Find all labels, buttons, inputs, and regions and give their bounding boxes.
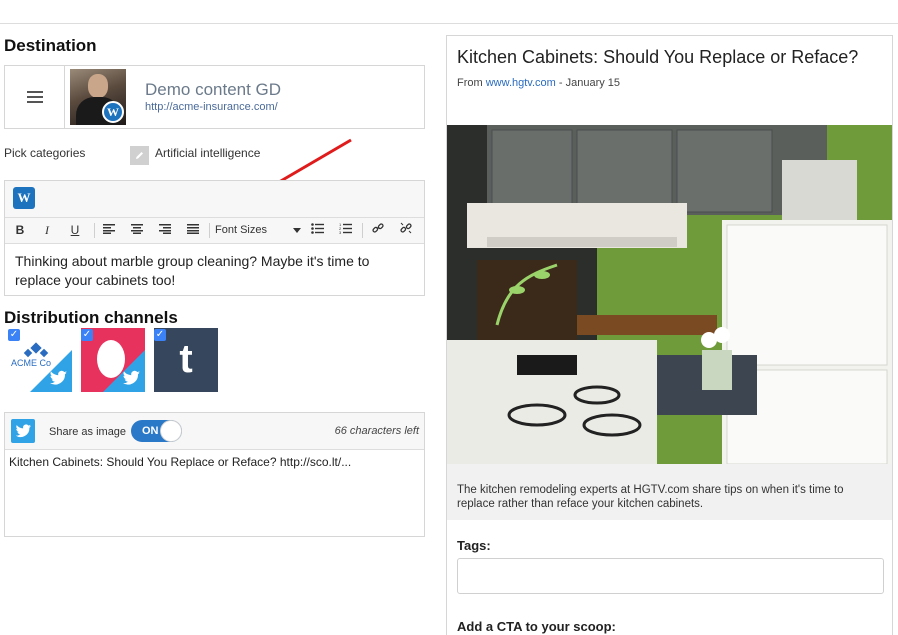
kitchen-photo bbox=[447, 125, 892, 464]
align-center-icon bbox=[131, 224, 143, 234]
numbered-list-button[interactable]: 123 bbox=[338, 222, 352, 239]
align-left-button[interactable] bbox=[102, 222, 116, 239]
acme-logo-text: ACME Co bbox=[11, 358, 51, 368]
justify-button[interactable] bbox=[186, 222, 200, 239]
preview-date: January 15 bbox=[565, 77, 621, 89]
source-link[interactable]: www.hgtv.com bbox=[486, 77, 556, 89]
distribution-heading: Distribution channels bbox=[4, 308, 178, 327]
svg-text:3: 3 bbox=[339, 230, 342, 234]
italic-button[interactable]: I bbox=[40, 222, 54, 239]
wordpress-icon: W bbox=[102, 101, 124, 123]
underline-button[interactable]: U bbox=[68, 222, 82, 239]
link-icon bbox=[372, 223, 384, 233]
twitter-icon bbox=[122, 370, 140, 385]
scoop-preview: Kitchen Cabinets: Should You Replace or … bbox=[446, 35, 893, 635]
destination-card[interactable]: W Demo content GD http://acme-insurance.… bbox=[4, 65, 425, 129]
twitter-icon bbox=[49, 370, 67, 385]
share-as-image-label: Share as image bbox=[49, 426, 127, 438]
bold-button[interactable]: B bbox=[13, 222, 27, 239]
unlink-icon bbox=[400, 222, 412, 234]
channel-pink-twitter[interactable]: ✓ bbox=[81, 328, 145, 392]
toggle-knob[interactable] bbox=[160, 420, 182, 442]
numbered-list-icon: 123 bbox=[339, 222, 352, 235]
top-divider bbox=[0, 23, 898, 24]
chevron-down-icon bbox=[293, 228, 301, 233]
meta-separator: - bbox=[555, 77, 566, 89]
avatar-cell: W bbox=[65, 66, 131, 128]
destination-heading: Destination bbox=[4, 36, 97, 55]
editor-toolbar: B I U Font Sizes 123 bbox=[5, 218, 424, 244]
wordpress-icon: W bbox=[13, 187, 35, 209]
checkbox-checked-icon[interactable]: ✓ bbox=[81, 329, 93, 341]
twitter-icon bbox=[11, 419, 35, 443]
align-right-icon bbox=[159, 224, 171, 234]
align-right-button[interactable] bbox=[158, 222, 172, 239]
tags-input[interactable] bbox=[457, 558, 884, 594]
share-text-input[interactable]: Kitchen Cabinets: Should You Replace or … bbox=[5, 450, 424, 474]
toggle-state-label: ON bbox=[142, 425, 159, 437]
checkbox-checked-icon[interactable]: ✓ bbox=[154, 329, 166, 341]
from-label: From bbox=[457, 77, 483, 89]
destination-info: Demo content GD http://acme-insurance.co… bbox=[131, 66, 281, 128]
editor-header: W bbox=[5, 181, 424, 218]
edit-category-button[interactable] bbox=[130, 146, 149, 165]
checkbox-checked-icon[interactable]: ✓ bbox=[8, 329, 20, 341]
link-button[interactable] bbox=[371, 222, 385, 239]
avatar: W bbox=[70, 69, 126, 125]
channel-list: ✓ ACME Co ✓ ✓ t bbox=[8, 328, 218, 392]
twitter-share-box: Share as image ON 66 characters left Kit… bbox=[4, 412, 425, 537]
justify-icon bbox=[187, 224, 199, 234]
tumblr-icon: t bbox=[179, 337, 193, 381]
font-sizes-label: Font Sizes bbox=[215, 224, 267, 236]
align-left-icon bbox=[103, 224, 115, 234]
bullet-list-button[interactable] bbox=[310, 222, 324, 239]
channel-acme-twitter[interactable]: ✓ ACME Co bbox=[8, 328, 72, 392]
pencil-icon bbox=[136, 152, 143, 159]
destination-name: Demo content GD bbox=[145, 80, 282, 99]
align-center-button[interactable] bbox=[130, 222, 144, 239]
preview-caption: The kitchen remodeling experts at HGTV.c… bbox=[457, 484, 844, 510]
font-sizes-select[interactable]: Font Sizes bbox=[215, 222, 301, 239]
tags-label: Tags: bbox=[457, 538, 491, 553]
channel-tumblr[interactable]: ✓ t bbox=[154, 328, 218, 392]
destination-url[interactable]: http://acme-insurance.com/ bbox=[145, 100, 281, 114]
preview-meta: From www.hgtv.com - January 15 bbox=[457, 77, 620, 89]
share-as-image-toggle[interactable]: ON bbox=[131, 420, 182, 442]
preview-title: Kitchen Cabinets: Should You Replace or … bbox=[457, 47, 859, 67]
share-header: Share as image ON 66 characters left bbox=[5, 413, 424, 450]
hamburger-icon[interactable] bbox=[26, 91, 43, 103]
unlink-button[interactable] bbox=[399, 222, 413, 239]
bullet-list-icon bbox=[310, 223, 324, 234]
cta-label: Add a CTA to your scoop: bbox=[457, 619, 616, 634]
characters-left: 66 characters left bbox=[334, 425, 419, 437]
pick-categories-label: Pick categories bbox=[4, 146, 86, 160]
menu-button[interactable] bbox=[5, 66, 65, 128]
preview-caption-area: The kitchen remodeling experts at HGTV.c… bbox=[447, 464, 892, 520]
editor-content[interactable]: Thinking about marble group cleaning? Ma… bbox=[5, 244, 424, 298]
post-editor[interactable]: W B I U Font Sizes 123 Thinking about ma… bbox=[4, 180, 425, 296]
